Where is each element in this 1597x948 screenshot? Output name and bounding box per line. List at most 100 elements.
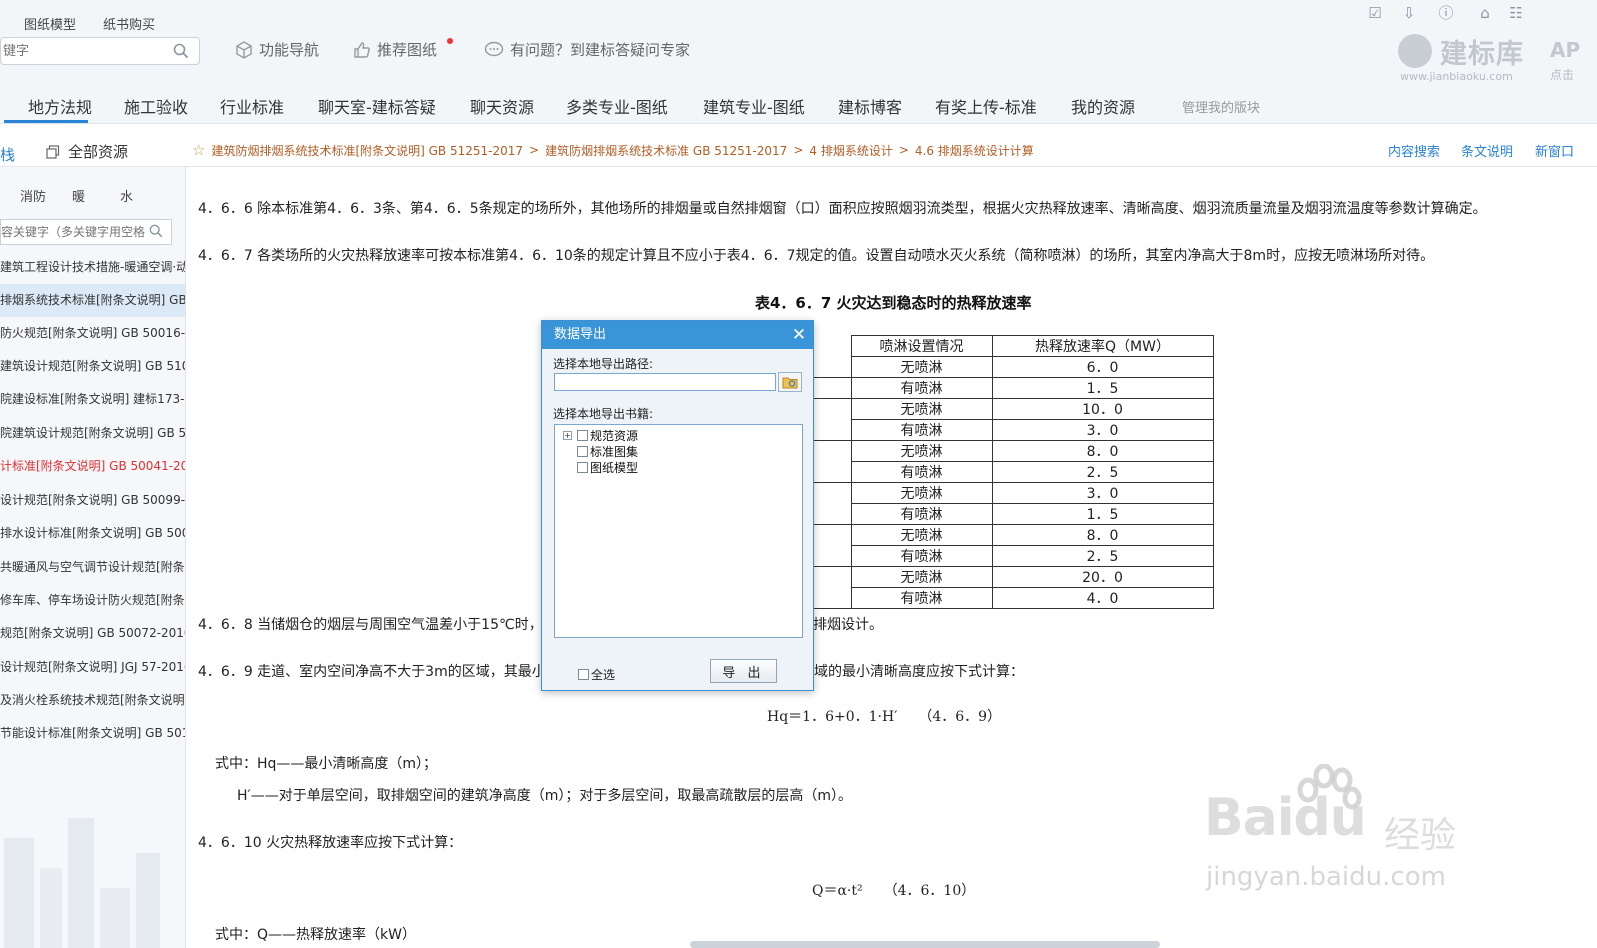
manage-sections-link[interactable]: 管理我的版块 bbox=[1182, 97, 1260, 116]
help-icon[interactable]: ⓘ bbox=[1437, 4, 1455, 22]
nav-local-regulations[interactable]: 地方法规 bbox=[28, 94, 92, 118]
horizontal-scrollbar[interactable] bbox=[690, 941, 1160, 948]
list-item[interactable]: 共暖通风与空气调节设计规范[附条文 bbox=[0, 551, 185, 584]
list-item[interactable]: 及消火栓系统技术规范[附条文说明] bbox=[0, 684, 185, 717]
function-nav-link[interactable]: 功能导航 bbox=[235, 39, 319, 60]
sidebar-search-box[interactable] bbox=[0, 219, 172, 245]
tree-item-specs[interactable]: 规范资源 bbox=[577, 427, 638, 443]
table-cell: 1．5 bbox=[991, 503, 1214, 525]
nav-active-indicator bbox=[4, 120, 88, 123]
folder-icon bbox=[782, 377, 798, 389]
definition-hq: 式中：Hq——最小清晰高度（m）； bbox=[215, 756, 438, 772]
expand-icon[interactable]: + bbox=[563, 431, 572, 440]
table-cell: 3．0 bbox=[991, 482, 1214, 504]
book-tree: + 规范资源 标准图集 图纸模型 bbox=[554, 424, 803, 638]
list-item[interactable]: 节能设计标准[附条文说明] GB 5018 bbox=[0, 717, 185, 750]
export-path-label: 选择本地导出路径: bbox=[553, 357, 654, 371]
select-all-checkbox[interactable]: 全选 bbox=[578, 666, 615, 683]
heat-release-table: 喷淋设置情况 热释放速率Q（MW） 无喷淋 6．0 有喷淋 1．5 无喷淋 10．0 … bbox=[787, 335, 1214, 609]
table-row: 有喷淋 2．5 bbox=[787, 545, 1214, 567]
category-heating[interactable]: 暖 bbox=[72, 186, 85, 205]
top-tab-book-purchase[interactable]: 纸书购买 bbox=[103, 14, 155, 33]
tree-item-atlas[interactable]: 标准图集 bbox=[577, 443, 638, 459]
nav-chat-resources[interactable]: 聊天资源 bbox=[470, 94, 534, 118]
side-tab-current[interactable]: 栈 bbox=[0, 144, 15, 165]
nav-industry-standards[interactable]: 行业标准 bbox=[220, 94, 284, 118]
clause-4-6-9-start: 4．6．9 走道、室内空间净高不大于3m的区域，其最小 bbox=[198, 664, 546, 680]
list-item[interactable]: 院建筑设计规范[附条文说明] GB 50 bbox=[0, 417, 185, 450]
top-tab-drawing-models[interactable]: 图纸模型 bbox=[24, 14, 76, 33]
grid-menu-icon[interactable]: ☷ bbox=[1507, 4, 1525, 22]
breadcrumb: ☆ 建筑防烟排烟系统技术标准[附条文说明] GB 51251-2017 > 建筑… bbox=[192, 141, 1034, 159]
nav-my-resources[interactable]: 我的资源 bbox=[1071, 94, 1135, 118]
list-item[interactable]: 院建设标准[附条文说明] 建标173-2 bbox=[0, 383, 185, 416]
table-cell: 有喷淋 bbox=[850, 461, 993, 483]
nav-architecture-drawings[interactable]: 建筑专业-图纸 bbox=[703, 94, 805, 118]
app-window: 图纸模型 纸书购买 功能导航 推荐图纸 有问题？到建标答疑问专家 ☑ ⇩ ⓘ ⌂… bbox=[0, 0, 1597, 948]
table-cell: 20．0 bbox=[991, 566, 1214, 588]
logo-mark-icon bbox=[1398, 34, 1432, 68]
skin-icon[interactable]: ⌂ bbox=[1476, 4, 1494, 22]
table-row: 有喷淋 2．5 bbox=[787, 461, 1214, 483]
checkbox[interactable] bbox=[577, 445, 588, 457]
side-tab-all-resources[interactable]: 全部资源 bbox=[46, 141, 128, 162]
list-item[interactable]: 设计规范[附条文说明] JGJ 57-2016 bbox=[0, 651, 185, 684]
close-icon[interactable]: ✕ bbox=[791, 321, 807, 349]
table-header-row: 喷淋设置情况 热释放速率Q（MW） bbox=[787, 335, 1214, 357]
checkbox[interactable] bbox=[577, 429, 588, 441]
list-item[interactable]: 排水设计标准[附条文说明] GB 5001 bbox=[0, 517, 185, 550]
list-item[interactable]: 修车库、停车场设计防火规范[附条文 bbox=[0, 584, 185, 617]
export-button[interactable]: 导 出 bbox=[710, 659, 777, 683]
new-window-link[interactable]: 新窗口 bbox=[1535, 141, 1574, 160]
nav-upload-standards[interactable]: 有奖上传-标准 bbox=[935, 94, 1037, 118]
category-fire[interactable]: 消防 bbox=[20, 186, 46, 205]
clause-4-6-6: 4．6．6 除本标准第4．6．3条、第4．6．5条规定的场所外，其他场所的排烟量… bbox=[198, 201, 1487, 217]
ask-expert-link[interactable]: 有问题？到建标答疑问专家 bbox=[484, 39, 690, 60]
download-icon[interactable]: ⇩ bbox=[1400, 4, 1418, 22]
sidebar-search-input[interactable] bbox=[1, 220, 149, 244]
breadcrumb-item[interactable]: 4.6 排烟系统设计计算 bbox=[915, 142, 1034, 159]
nav-multi-discipline-drawings[interactable]: 多类专业-图纸 bbox=[566, 94, 668, 118]
export-path-input[interactable] bbox=[554, 373, 776, 391]
list-item[interactable]: 排烟系统技术标准[附条文说明] GB bbox=[0, 284, 185, 317]
breadcrumb-separator-icon: > bbox=[793, 143, 804, 157]
dialog-titlebar[interactable]: 数据导出 ✕ bbox=[542, 321, 813, 349]
content-search-link[interactable]: 内容搜索 bbox=[1388, 141, 1440, 160]
formula-4-6-9: Hq＝1．6+0．1·H′ （4．6．9） bbox=[767, 709, 1002, 725]
chat-bubble-icon bbox=[484, 41, 504, 56]
table-cell: 有喷淋 bbox=[850, 377, 993, 399]
breadcrumb-item[interactable]: 4 排烟系统设计 bbox=[809, 142, 892, 159]
nav-construction-acceptance[interactable]: 施工验收 bbox=[124, 94, 188, 118]
checkbox[interactable] bbox=[578, 669, 589, 680]
list-item[interactable]: 建筑工程设计技术措施-暖通空调·动力 bbox=[0, 251, 185, 284]
breadcrumb-item[interactable]: 建筑防烟排烟系统技术标准 GB 51251-2017 bbox=[545, 142, 787, 159]
search-box[interactable] bbox=[0, 37, 200, 65]
nav-chatroom[interactable]: 聊天室-建标答疑 bbox=[318, 94, 436, 118]
breadcrumb-separator-icon: > bbox=[898, 143, 909, 157]
list-item[interactable]: 设计规范[附条文说明] GB 50099-20 bbox=[0, 484, 185, 517]
star-icon[interactable]: ☆ bbox=[192, 141, 205, 159]
browse-folder-button[interactable] bbox=[778, 372, 802, 392]
search-input[interactable] bbox=[1, 38, 171, 64]
clause-4-6-10: 4．6．10 火灾热释放速率应按下式计算： bbox=[198, 835, 463, 851]
clause-4-6-8-start: 4．6．8 当储烟仓的烟层与周围空气温差小于15℃时， bbox=[198, 617, 543, 633]
list-item[interactable]: 计标准[附条文说明] GB 50041-2020 bbox=[0, 450, 185, 483]
clause-notes-link[interactable]: 条文说明 bbox=[1461, 141, 1513, 160]
table-row: 无喷淋 20．0 bbox=[787, 566, 1214, 588]
list-item[interactable]: 规范[附条文说明] GB 50072-2010 bbox=[0, 617, 185, 650]
checkbox[interactable] bbox=[577, 461, 588, 473]
breadcrumb-item[interactable]: 建筑防烟排烟系统技术标准[附条文说明] GB 51251-2017 bbox=[211, 142, 523, 159]
table-row: 有喷淋 1．5 bbox=[787, 503, 1214, 525]
tree-item-label: 标准图集 bbox=[590, 444, 639, 459]
tree-item-models[interactable]: 图纸模型 bbox=[577, 459, 638, 475]
recommend-drawings-link[interactable]: 推荐图纸 bbox=[353, 39, 437, 60]
search-icon[interactable] bbox=[173, 43, 189, 63]
search-icon[interactable] bbox=[149, 224, 163, 242]
list-item[interactable]: 防火规范[附条文说明] GB 50016-2014 bbox=[0, 317, 185, 350]
list-item[interactable]: 建筑设计规范[附条文说明] GB 5103 bbox=[0, 350, 185, 383]
breadcrumb-bar: 栈 全部资源 ☆ 建筑防烟排烟系统技术标准[附条文说明] GB 51251-20… bbox=[0, 125, 1597, 167]
clause-4-6-7: 4．6．7 各类场所的火灾热释放速率可按本标准第4．6．10条的规定计算且不应小… bbox=[198, 248, 1435, 264]
nav-blog[interactable]: 建标博客 bbox=[838, 94, 902, 118]
checkin-icon[interactable]: ☑ bbox=[1366, 4, 1384, 22]
category-water[interactable]: 水 bbox=[120, 186, 133, 205]
